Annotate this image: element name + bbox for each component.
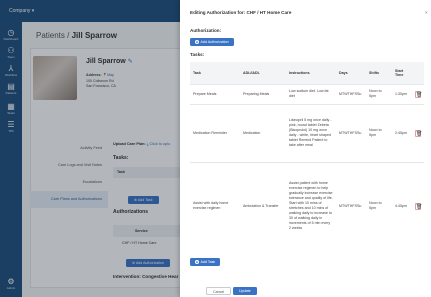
- task-shifts: Noon to 5pm: [366, 161, 392, 250]
- trash-icon: 🗑: [415, 202, 423, 210]
- table-row[interactable]: Assist with daily home exercise regimen …: [190, 161, 424, 250]
- task-start-time: 2:45pm: [392, 103, 412, 162]
- task-start-time: 4:45pm: [392, 161, 412, 250]
- col-shifts: Shifts: [366, 62, 392, 84]
- task-shifts: Noon to 5pm: [366, 83, 392, 104]
- task-name: Prepare Meals: [190, 83, 240, 104]
- trash-icon: 🗑: [415, 129, 423, 137]
- authorization-label: Authorization:: [190, 28, 222, 33]
- trash-icon: 🗑: [415, 90, 423, 98]
- col-instructions: Instructions: [286, 62, 336, 84]
- task-adl: Medication: [240, 103, 286, 162]
- add-authorization-button[interactable]: + Add Authorization: [190, 38, 234, 46]
- col-adl-iadl: ADL/IADL: [240, 62, 286, 84]
- update-button[interactable]: Update: [233, 287, 257, 295]
- plus-circle-icon: +: [195, 39, 199, 44]
- task-days: MTWTHFSSu: [336, 161, 366, 250]
- task-adl: Preparing Meals: [240, 83, 286, 104]
- task-name: Assist with daily home exercise regimen: [190, 161, 240, 250]
- delete-task-button[interactable]: 🗑: [412, 161, 424, 250]
- tasks-table: Task ADL/IADL Instructions Days Shifts S…: [190, 62, 424, 250]
- col-task: Task: [190, 62, 240, 84]
- task-adl: Ambulation & Transfer: [240, 161, 286, 250]
- modal-overlay[interactable]: [0, 0, 180, 297]
- delete-task-button[interactable]: 🗑: [412, 103, 424, 162]
- task-instructions: Lisinopril 5 mg once daily - pink, round…: [286, 103, 336, 162]
- panel-title: Editing Authorization for: CHF / HT Home…: [190, 10, 292, 15]
- task-instructions: Low sodium diet. Low fat diet: [286, 83, 336, 104]
- col-days: Days: [336, 62, 366, 84]
- add-task-button[interactable]: + Add Task: [190, 258, 221, 266]
- close-icon[interactable]: ×: [425, 10, 428, 15]
- tasks-label: Tasks:: [190, 52, 205, 57]
- edit-authorization-panel: Editing Authorization for: CHF / HT Home…: [180, 0, 431, 297]
- cancel-button[interactable]: Cancel: [206, 287, 232, 295]
- task-days: MTWTHFSSu: [336, 103, 366, 162]
- task-shifts: Noon to 5pm: [366, 103, 392, 162]
- delete-task-button[interactable]: 🗑: [412, 83, 424, 104]
- col-start-time: Start Time: [392, 62, 412, 84]
- task-days: MTWTHFSSu: [336, 83, 366, 104]
- task-start-time: 1:30pm: [392, 83, 412, 104]
- table-row[interactable]: Medication Reminder Medication Lisinopri…: [190, 103, 424, 162]
- table-row[interactable]: Prepare Meals Preparing Meals Low sodium…: [190, 83, 424, 104]
- plus-circle-icon: +: [195, 259, 199, 264]
- task-instructions: Assist patient with home exercise regime…: [286, 161, 336, 250]
- col-actions: [412, 62, 424, 84]
- tasks-table-header: Task ADL/IADL Instructions Days Shifts S…: [190, 62, 424, 84]
- task-name: Medication Reminder: [190, 103, 240, 162]
